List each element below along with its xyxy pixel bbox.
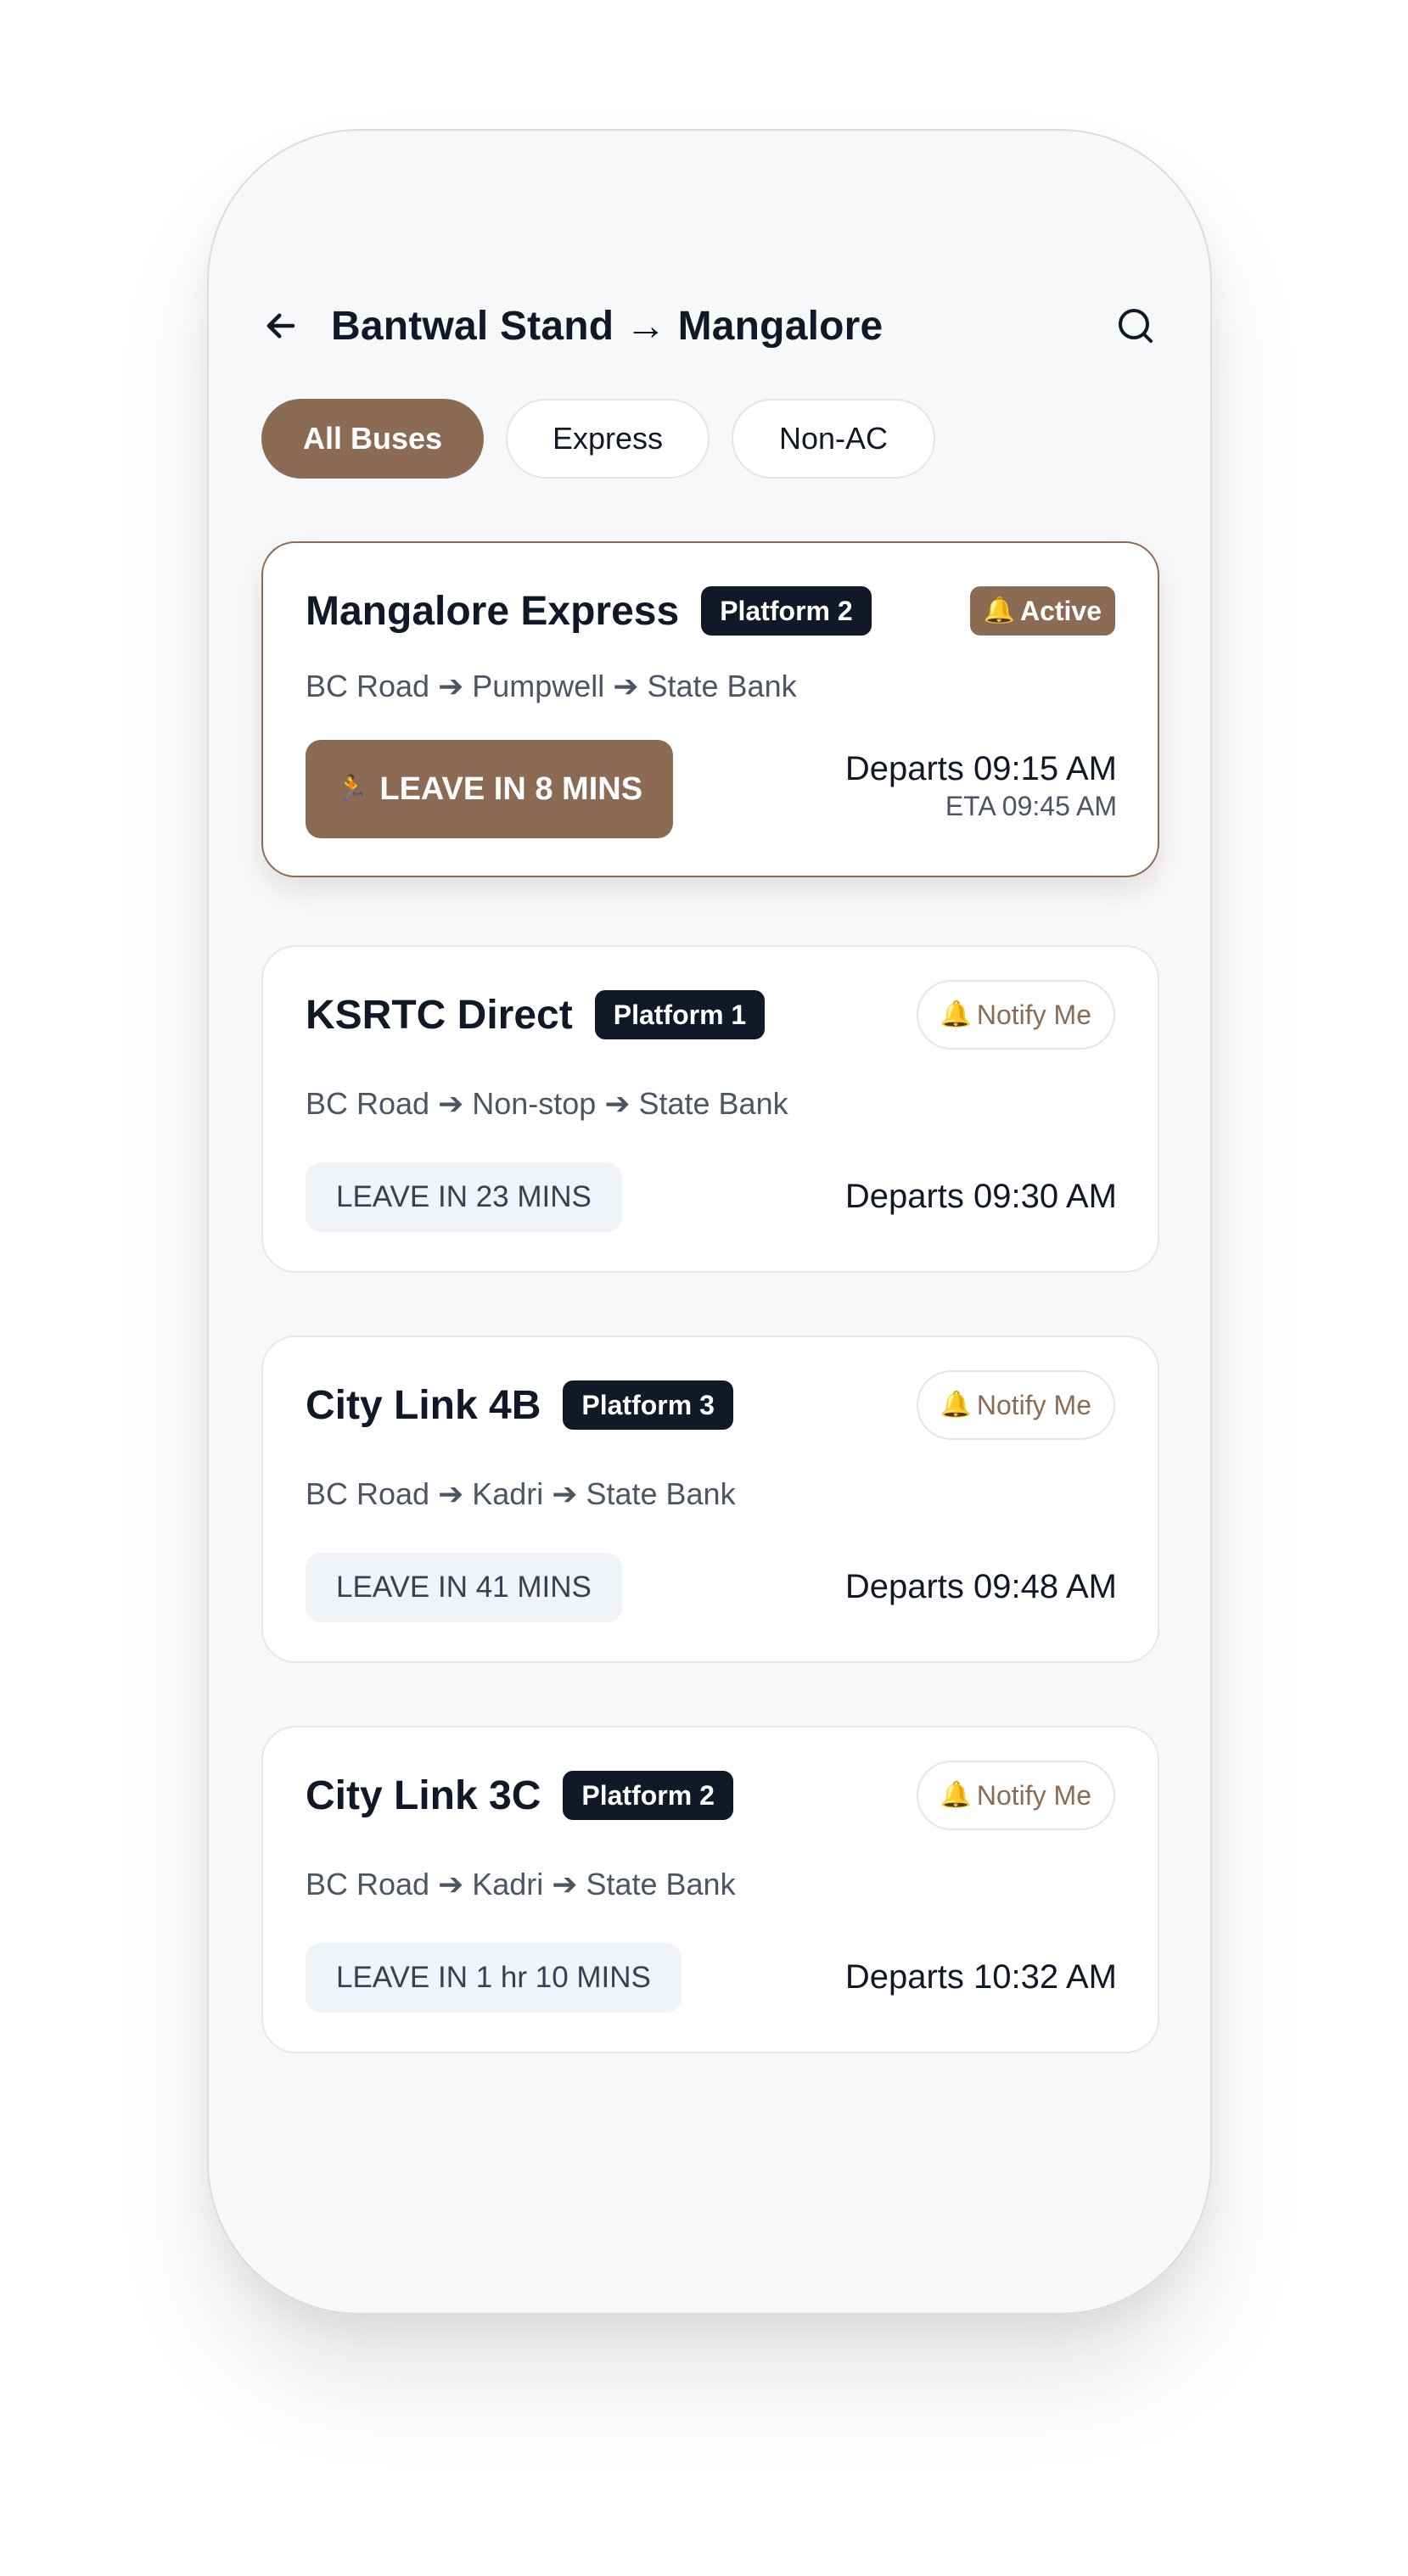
notify-label: Notify Me [976, 999, 1091, 1030]
route-text: BC Road ➔ Pumpwell ➔ State Bank [306, 669, 797, 703]
back-button[interactable] [263, 299, 317, 353]
bus-name: City Link 4B [306, 1382, 541, 1428]
bus-card-city-link-4b[interactable]: City Link 4B Platform 3 🔔 Notify Me BC R… [261, 1336, 1159, 1663]
bell-icon: 🔔 [940, 1000, 972, 1028]
bus-card-mangalore-express[interactable]: Mangalore Express Platform 2 🔔 Active BC… [261, 541, 1159, 877]
bus-card-header: KSRTC Direct Platform 1 🔔 Notify Me [306, 980, 1115, 1050]
bus-card-header: City Link 4B Platform 3 🔔 Notify Me [306, 1370, 1115, 1440]
leave-countdown: LEAVE IN 23 MINS [306, 1162, 622, 1232]
bus-name: KSRTC Direct [306, 992, 573, 1038]
header: Bantwal Stand → Mangalore [263, 283, 1156, 368]
bell-icon: 🔔 [940, 1781, 972, 1809]
running-person-icon: 🏃 [336, 775, 368, 803]
leave-countdown: LEAVE IN 41 MINS [306, 1553, 622, 1622]
bus-name: City Link 3C [306, 1772, 541, 1818]
filter-non-ac[interactable]: Non-AC [732, 399, 935, 479]
active-label: Active [1019, 595, 1102, 626]
search-icon [1119, 309, 1153, 343]
arrow-left-icon [266, 313, 295, 339]
bell-icon: 🔔 [983, 596, 1015, 624]
notify-label: Notify Me [976, 1389, 1091, 1420]
platform-badge: Platform 2 [701, 586, 872, 636]
route-text: BC Road ➔ Kadri ➔ State Bank [306, 1476, 736, 1511]
search-button[interactable] [1102, 299, 1156, 353]
departure-time: Departs 10:32 AM [844, 1958, 1117, 1996]
eta-time: ETA 09:45 AM [945, 791, 1117, 821]
leave-countdown: LEAVE IN 1 hr 10 MINS [306, 1943, 682, 2013]
route-text: BC Road ➔ Non-stop ➔ State Bank [306, 1086, 788, 1121]
leave-countdown-button[interactable]: 🏃 LEAVE IN 8 MINS [306, 740, 674, 838]
filter-express[interactable]: Express [506, 399, 710, 479]
filter-chips: All Buses Express Non-AC [261, 399, 935, 479]
active-alert-badge[interactable]: 🔔 Active [969, 586, 1115, 636]
page-title: Bantwal Stand → Mangalore [331, 303, 884, 349]
bus-card-header: Mangalore Express Platform 2 🔔 Active [306, 584, 1115, 638]
bus-name: Mangalore Express [306, 588, 680, 634]
departure-time: Departs 09:48 AM [844, 1568, 1117, 1605]
bus-card-ksrtc-direct[interactable]: KSRTC Direct Platform 1 🔔 Notify Me BC R… [261, 945, 1159, 1273]
platform-badge: Platform 1 [594, 990, 766, 1039]
bell-icon: 🔔 [940, 1391, 972, 1419]
departure-time: Departs 09:15 AM [844, 750, 1117, 787]
notify-label: Notify Me [976, 1779, 1091, 1811]
platform-badge: Platform 3 [563, 1380, 733, 1430]
departure-time: Departs 09:30 AM [844, 1178, 1117, 1215]
route-text: BC Road ➔ Kadri ➔ State Bank [306, 1867, 736, 1901]
notify-me-button[interactable]: 🔔 Notify Me [916, 1761, 1115, 1830]
filter-all-buses[interactable]: All Buses [261, 399, 484, 479]
bus-card-header: City Link 3C Platform 2 🔔 Notify Me [306, 1761, 1115, 1830]
platform-badge: Platform 2 [563, 1771, 733, 1820]
leave-label: LEAVE IN 8 MINS [379, 770, 643, 807]
bus-card-city-link-3c[interactable]: City Link 3C Platform 2 🔔 Notify Me BC R… [261, 1726, 1159, 2053]
notify-me-button[interactable]: 🔔 Notify Me [916, 980, 1115, 1050]
phone-frame: Bantwal Stand → Mangalore All Buses Expr… [207, 129, 1212, 2315]
notify-me-button[interactable]: 🔔 Notify Me [916, 1370, 1115, 1440]
